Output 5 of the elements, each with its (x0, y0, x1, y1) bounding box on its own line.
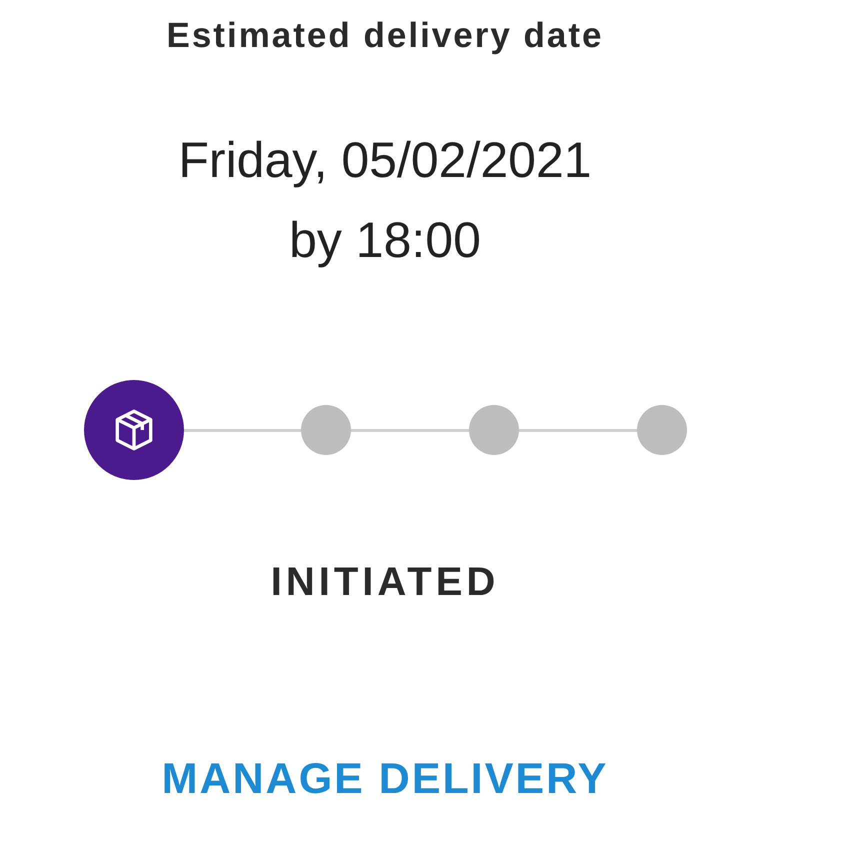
delivery-date: by 18:00 (289, 211, 481, 270)
section-title: Estimated delivery date (166, 15, 604, 57)
status-label: INITIATED (270, 560, 500, 605)
manage-delivery-link[interactable]: MANAGE DELIVERY (162, 755, 608, 804)
delivery-date: Friday, 05/02/2021 (178, 131, 592, 190)
